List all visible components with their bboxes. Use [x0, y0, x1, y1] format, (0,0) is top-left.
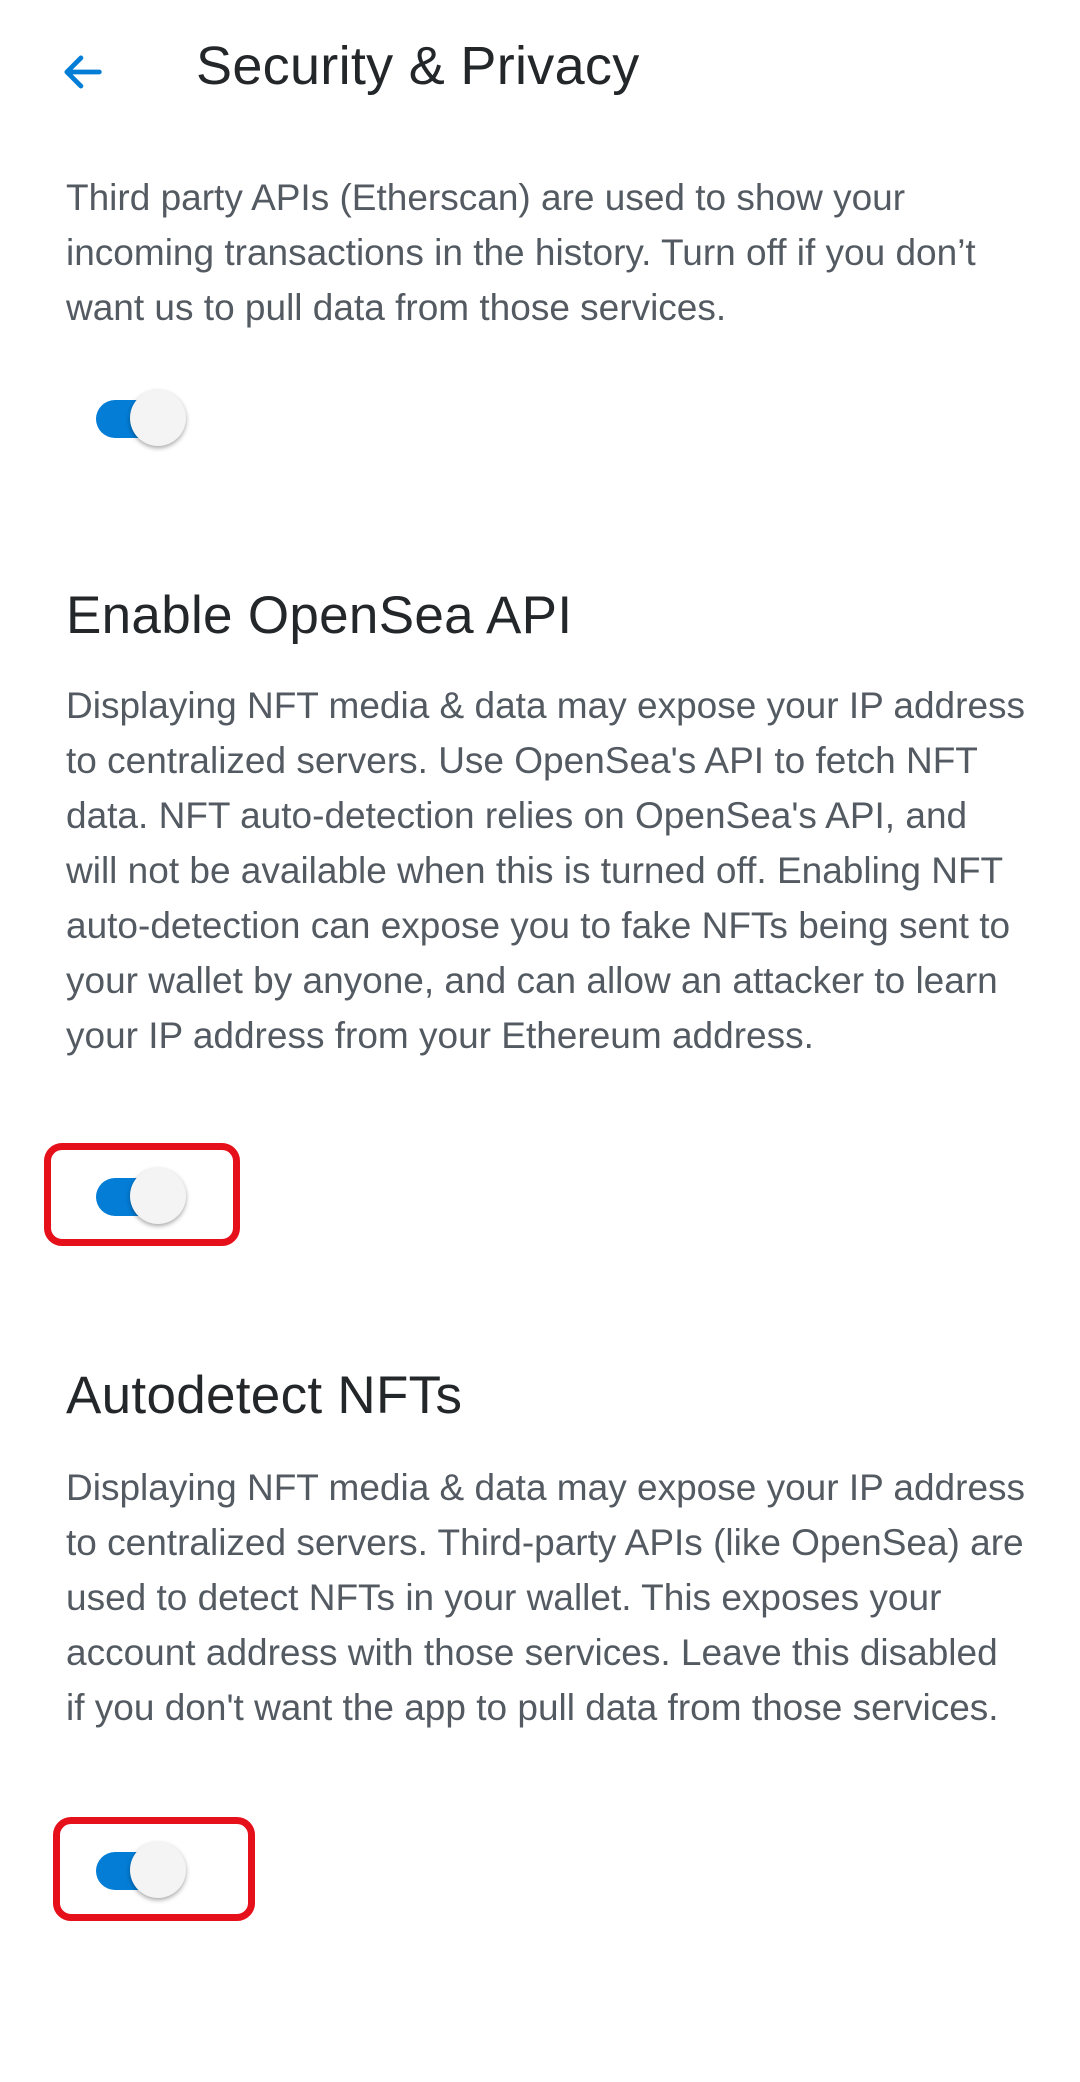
arrow-left-icon	[64, 55, 102, 89]
incoming-transactions-toggle[interactable]	[96, 390, 186, 446]
toggle-thumb	[130, 390, 186, 446]
toggle-thumb	[130, 1842, 186, 1898]
opensea-section-title: Enable OpenSea API	[66, 586, 573, 645]
autodetect-nfts-toggle[interactable]	[96, 1842, 186, 1898]
incoming-transactions-description: Third party APIs (Etherscan) are used to…	[66, 177, 976, 328]
header: Security & Privacy	[0, 0, 1080, 140]
autodetect-description: Displaying NFT media & data may expose y…	[66, 1467, 1026, 1728]
opensea-api-toggle[interactable]	[96, 1168, 186, 1224]
back-button[interactable]	[46, 36, 118, 108]
opensea-description: Displaying NFT media & data may expose y…	[66, 685, 1026, 1056]
page-title: Security & Privacy	[196, 36, 640, 96]
toggle-thumb	[130, 1168, 186, 1224]
autodetect-section-title: Autodetect NFTs	[66, 1366, 463, 1425]
